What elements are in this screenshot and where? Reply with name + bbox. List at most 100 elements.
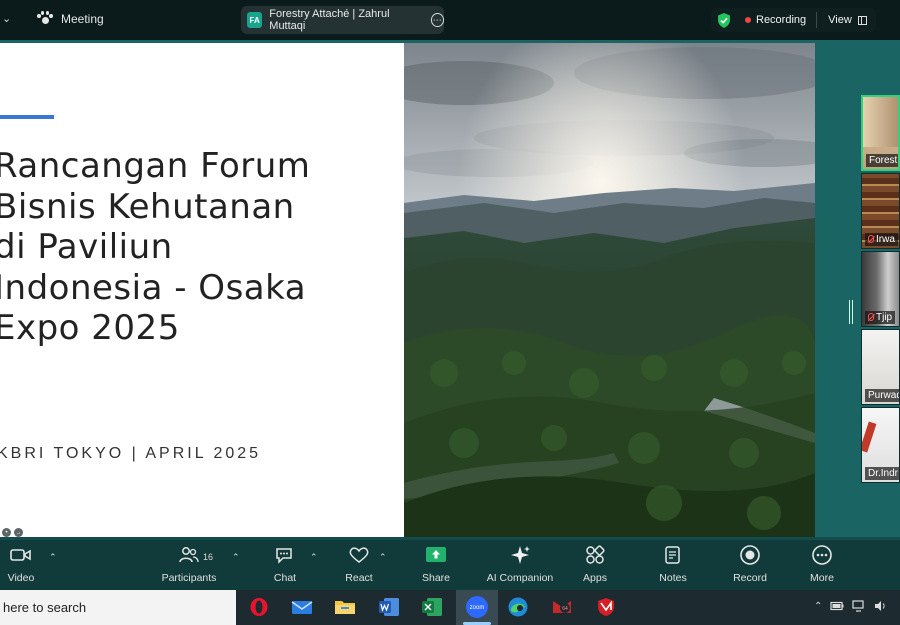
zoom-window: ⌄ Meeting FA Forestry Attaché | Zahrul M… xyxy=(0,0,900,625)
react-options-caret-icon[interactable]: ⌃ xyxy=(379,552,387,563)
view-label: View xyxy=(828,14,852,26)
meeting-toolbar: Video ⌃ Participants 16 ⌃ Chat ⌃ React ⌃… xyxy=(0,540,900,590)
mic-muted-icon xyxy=(868,235,874,243)
video-label: Video xyxy=(7,572,35,584)
mail-icon[interactable] xyxy=(290,595,314,619)
participants-options-caret-icon[interactable]: ⌃ xyxy=(232,552,240,563)
participant-name-row: Irwa xyxy=(865,233,898,246)
chat-button[interactable]: Chat xyxy=(268,540,302,590)
zoom-app-label: zoom xyxy=(470,605,485,611)
file-explorer-icon[interactable] xyxy=(333,595,357,619)
opera-icon[interactable] xyxy=(247,595,271,619)
more-label: More xyxy=(810,572,834,584)
slide-title: Rancangan Forum Bisnis Kehutanan di Pavi… xyxy=(0,146,394,349)
participant-name: Forestr xyxy=(866,154,898,167)
video-options-caret-icon[interactable]: ⌃ xyxy=(49,552,57,563)
taskbar-search-placeholder: here to search xyxy=(3,600,87,615)
heart-icon xyxy=(349,547,369,563)
video-camera-icon xyxy=(10,549,31,561)
slide-title-line: Rancangan Forum xyxy=(0,146,311,186)
share-button[interactable]: Share xyxy=(418,540,454,590)
system-tray: ⌃ xyxy=(814,600,886,612)
record-icon xyxy=(740,545,760,565)
recording-dot-icon xyxy=(745,17,751,23)
participant-tile[interactable]: Dr.Indr xyxy=(861,407,900,483)
participant-tile[interactable]: Purwad xyxy=(861,329,900,405)
slide-subtitle: KBRI TOKYO | APRIL 2025 xyxy=(0,445,262,462)
ai-companion-button[interactable]: AI Companion xyxy=(483,540,557,590)
record-label: Record xyxy=(733,572,767,584)
chevron-down-icon[interactable]: ⌄ xyxy=(2,12,11,25)
participant-name: Irwa xyxy=(876,234,895,245)
participant-name: Tjip xyxy=(876,312,893,323)
network-icon[interactable] xyxy=(852,600,866,612)
chat-label: Chat xyxy=(273,572,297,584)
participant-name: Dr.Indr xyxy=(865,467,899,480)
participant-name: Purwad xyxy=(865,389,899,402)
slide-nav-controls: • → xyxy=(2,528,23,537)
edge-icon[interactable] xyxy=(506,595,530,619)
meeting-label: Meeting xyxy=(61,11,104,26)
apps-icon xyxy=(586,545,605,564)
participant-video xyxy=(862,421,877,453)
meeting-menu[interactable]: Meeting xyxy=(36,11,104,26)
paw-icon xyxy=(36,11,53,26)
shared-screen-slide: Rancangan Forum Bisnis Kehutanan di Pavi… xyxy=(0,43,815,539)
video-button[interactable]: Video xyxy=(6,540,36,590)
recording-status-group: Recording View xyxy=(711,8,876,32)
windows-taskbar: here to search zoom 64 ⌃ xyxy=(0,590,900,625)
participants-button[interactable]: Participants xyxy=(158,540,220,590)
participant-video xyxy=(863,97,898,147)
ai-companion-label: AI Companion xyxy=(486,572,554,584)
shield-check-icon[interactable] xyxy=(717,12,731,28)
slide-title-line: Bisnis Kehutanan xyxy=(0,186,295,227)
mail-app-icon[interactable]: 64 xyxy=(550,595,574,619)
taskbar-search-box[interactable]: here to search xyxy=(0,590,236,625)
chat-options-caret-icon[interactable]: ⌃ xyxy=(310,552,318,563)
mail-unread-badge: 64 xyxy=(562,606,568,612)
slide-accent-bar xyxy=(0,115,54,119)
speaker-icon[interactable] xyxy=(874,600,886,612)
react-label: React xyxy=(345,572,373,584)
more-button[interactable]: More xyxy=(807,540,837,590)
battery-icon[interactable] xyxy=(830,601,844,611)
participants-label: Participants xyxy=(161,572,217,584)
chat-bubble-icon xyxy=(276,548,292,564)
layout-grid-icon xyxy=(857,15,867,25)
word-icon[interactable] xyxy=(377,595,401,619)
sparkle-icon xyxy=(511,546,530,564)
notes-label: Notes xyxy=(659,572,687,584)
tray-overflow-chevron-icon[interactable]: ⌃ xyxy=(814,601,822,612)
title-badge: FA xyxy=(247,12,263,28)
participant-tile[interactable]: Tjip xyxy=(861,251,900,327)
notes-icon xyxy=(665,546,680,564)
divider xyxy=(816,12,818,28)
record-button[interactable]: Record xyxy=(731,540,769,590)
zoom-app-icon[interactable]: zoom xyxy=(465,595,489,619)
apps-button[interactable]: Apps xyxy=(580,540,610,590)
recording-label[interactable]: Recording xyxy=(756,14,806,26)
rainforest-landscape-photo xyxy=(404,43,815,539)
view-button[interactable]: View xyxy=(828,14,867,26)
more-icon xyxy=(812,545,832,565)
react-button[interactable]: React xyxy=(342,540,376,590)
more-options-icon[interactable]: ⋯ xyxy=(430,13,444,27)
mic-muted-icon xyxy=(868,313,874,321)
slide-title-line: Expo 2025 xyxy=(0,308,180,348)
slide-more-icon[interactable]: • xyxy=(2,528,11,537)
top-bar: ⌄ Meeting FA Forestry Attaché | Zahrul M… xyxy=(0,0,900,40)
slide-next-icon[interactable]: → xyxy=(14,528,23,537)
share-label: Share xyxy=(421,572,451,584)
resize-handle[interactable] xyxy=(849,300,853,324)
mcafee-icon[interactable] xyxy=(594,595,618,619)
window-title-pill[interactable]: FA Forestry Attaché | Zahrul Muttaqi ⋯ xyxy=(241,6,444,34)
participant-tile[interactable]: Forestr xyxy=(861,95,900,171)
window-title: Forestry Attaché | Zahrul Muttaqi xyxy=(269,8,390,32)
share-screen-icon xyxy=(426,547,446,562)
participant-tile[interactable]: Irwa xyxy=(861,173,900,249)
excel-icon[interactable] xyxy=(420,595,444,619)
apps-label: Apps xyxy=(583,572,607,584)
participant-name-row: Tjip xyxy=(865,311,896,324)
notes-button[interactable]: Notes xyxy=(655,540,691,590)
slide-title-line: Indonesia - Osaka xyxy=(0,267,307,308)
